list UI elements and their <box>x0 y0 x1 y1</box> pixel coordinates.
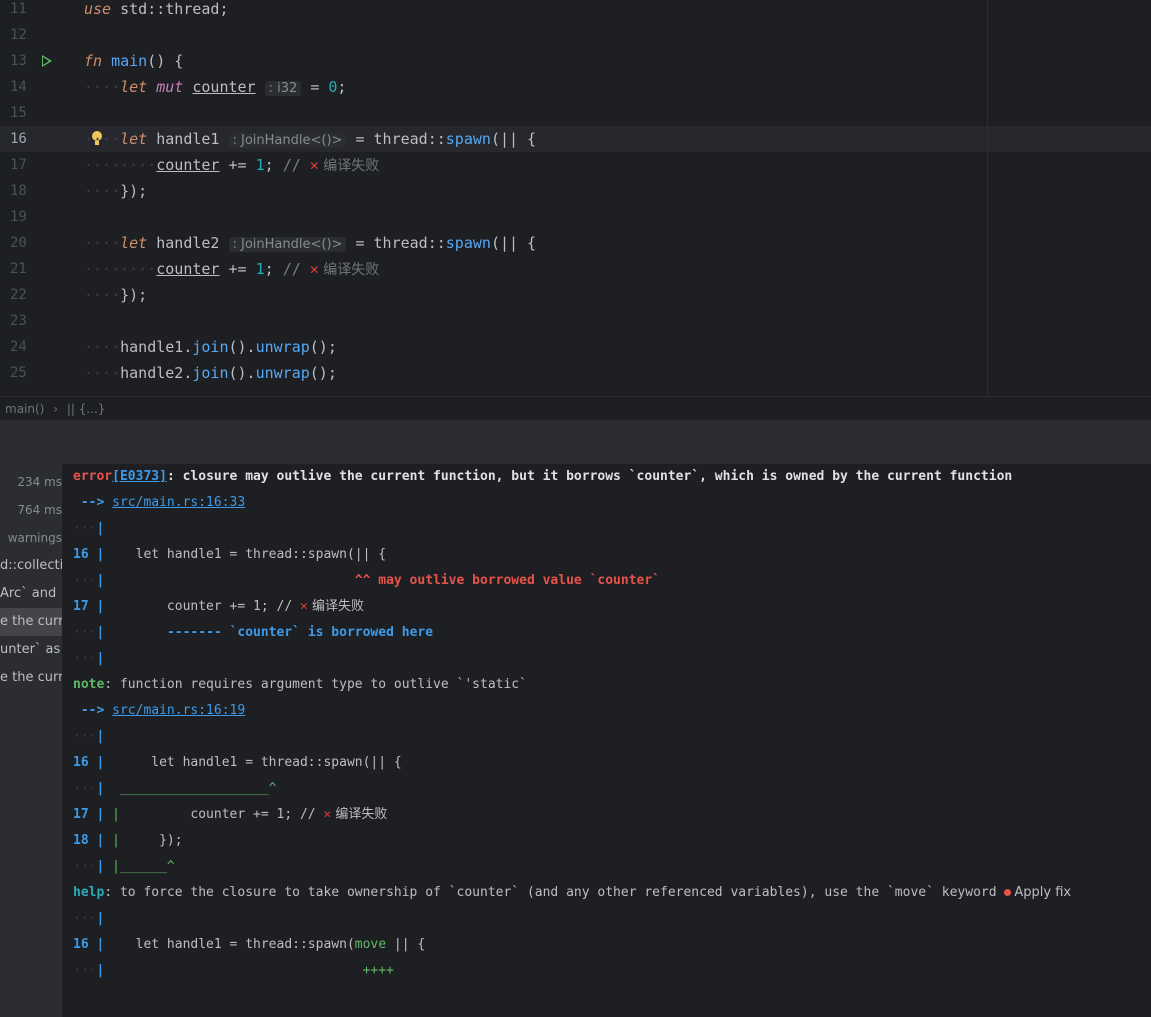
code-line-11: use std::thread; <box>84 0 229 18</box>
source-location-link[interactable]: src/main.rs:16:19 <box>112 703 245 718</box>
build-step-item[interactable]: 234 ms <box>0 468 62 496</box>
line-number: 19 <box>10 209 27 225</box>
code-line-21: ········counter += 1; // ✕ 编译失败 <box>84 260 380 278</box>
apply-fix-button[interactable]: Apply fix <box>1004 885 1071 900</box>
output-line: --> src/main.rs:16:19 <box>73 703 246 718</box>
breadcrumb-item-main[interactable]: main() <box>5 402 44 416</box>
cross-mark-icon: ✕ <box>309 156 319 174</box>
output-line: ···| ------- `counter` is borrowed here <box>73 625 434 640</box>
fix-pin-icon <box>1004 889 1012 896</box>
breadcrumb-item-closure[interactable]: || {...} <box>67 402 106 416</box>
code-line-24: ····handle1.join().unwrap(); <box>84 338 337 356</box>
build-step-item[interactable]: 764 ms <box>0 496 62 524</box>
output-line: ···| <box>73 911 105 926</box>
cross-mark-icon: ✕ <box>309 260 319 278</box>
output-line: help: to force the closure to take owner… <box>73 885 1072 900</box>
code-editor[interactable]: 11 12 13 14 15 16 17 18 19 20 21 22 23 2… <box>0 0 1151 396</box>
output-line: 18 | | }); <box>73 833 183 848</box>
line-number: 21 <box>10 261 27 277</box>
tool-window-header <box>0 420 1151 465</box>
code-line-13: fn main() { <box>84 52 184 70</box>
output-line: error[E0373]: closure may outlive the cu… <box>73 469 1013 484</box>
code-line-14: ····let mut counter : i32 = 0; <box>84 78 347 96</box>
build-step-item[interactable]: warnings <box>0 524 62 552</box>
output-line: 17 | | counter += 1; // ✕ 编译失败 <box>73 807 388 822</box>
error-code-link[interactable]: [E0373] <box>112 469 167 484</box>
source-location-link[interactable]: src/main.rs:16:33 <box>112 495 245 510</box>
build-message-item[interactable]: e the curre <box>0 664 62 692</box>
output-line: 17 | counter += 1; // ✕ 编译失败 <box>73 599 364 614</box>
cross-mark-icon: ✕ <box>299 599 308 614</box>
output-line: 16 | let handle1 = thread::spawn(move ||… <box>73 937 426 952</box>
line-number: 20 <box>10 235 27 251</box>
build-output[interactable]: error[E0373]: closure may outlive the cu… <box>62 464 1151 1017</box>
build-message-item[interactable]: d::collecti <box>0 552 62 580</box>
output-line: note: function requires argument type to… <box>73 677 527 692</box>
output-line: ···| ___________________^ <box>73 781 277 796</box>
line-number-current: 16 <box>10 131 27 147</box>
line-number: 15 <box>10 105 27 121</box>
code-line-18: ····}); <box>84 182 148 200</box>
run-main-icon[interactable] <box>42 55 52 67</box>
code-line-17: ········counter += 1; // ✕ 编译失败 <box>84 156 380 174</box>
line-number: 22 <box>10 287 27 303</box>
right-margin-guide <box>987 0 988 396</box>
code-line-20: ····let handle2 : JoinHandle<()> = threa… <box>84 234 537 252</box>
code-line-25: ····handle2.join().unwrap(); <box>84 364 337 382</box>
line-number: 14 <box>10 79 27 95</box>
output-line: ···| |______^ <box>73 859 175 874</box>
line-number: 11 <box>10 1 27 17</box>
type-hint: : JoinHandle<()> <box>228 237 347 252</box>
line-number: 23 <box>10 313 27 329</box>
output-line: ···| <box>73 521 105 536</box>
line-number: 12 <box>10 27 27 43</box>
line-number: 24 <box>10 339 27 355</box>
build-message-item[interactable]: unter` as <box>0 636 62 664</box>
code-line-16: ····let handle1 : JoinHandle<()> = threa… <box>84 130 537 148</box>
build-message-item-selected[interactable]: e the curre <box>0 608 62 636</box>
output-line: ···| ^^ may outlive borrowed value `coun… <box>73 573 661 588</box>
type-hint: : i32 <box>264 81 302 96</box>
output-line: 16 | let handle1 = thread::spawn(|| { <box>73 755 402 770</box>
breadcrumb-separator: › <box>53 402 58 416</box>
line-number: 17 <box>10 157 27 173</box>
line-number: 25 <box>10 365 27 381</box>
breadcrumb: main() › || {...} <box>0 396 1151 421</box>
output-line: 16 | let handle1 = thread::spawn(|| { <box>73 547 387 562</box>
output-line: ···| <box>73 651 105 666</box>
code-line-22: ····}); <box>84 286 148 304</box>
build-message-item[interactable]: Arc` and ` <box>0 580 62 608</box>
output-line: ···| <box>73 729 105 744</box>
line-number: 18 <box>10 183 27 199</box>
output-line: ···| ++++ <box>73 963 394 978</box>
type-hint: : JoinHandle<()> <box>228 133 347 148</box>
output-line: --> src/main.rs:16:33 <box>73 495 246 510</box>
build-tree: 234 ms 764 ms warnings d::collecti Arc` … <box>0 464 63 1017</box>
